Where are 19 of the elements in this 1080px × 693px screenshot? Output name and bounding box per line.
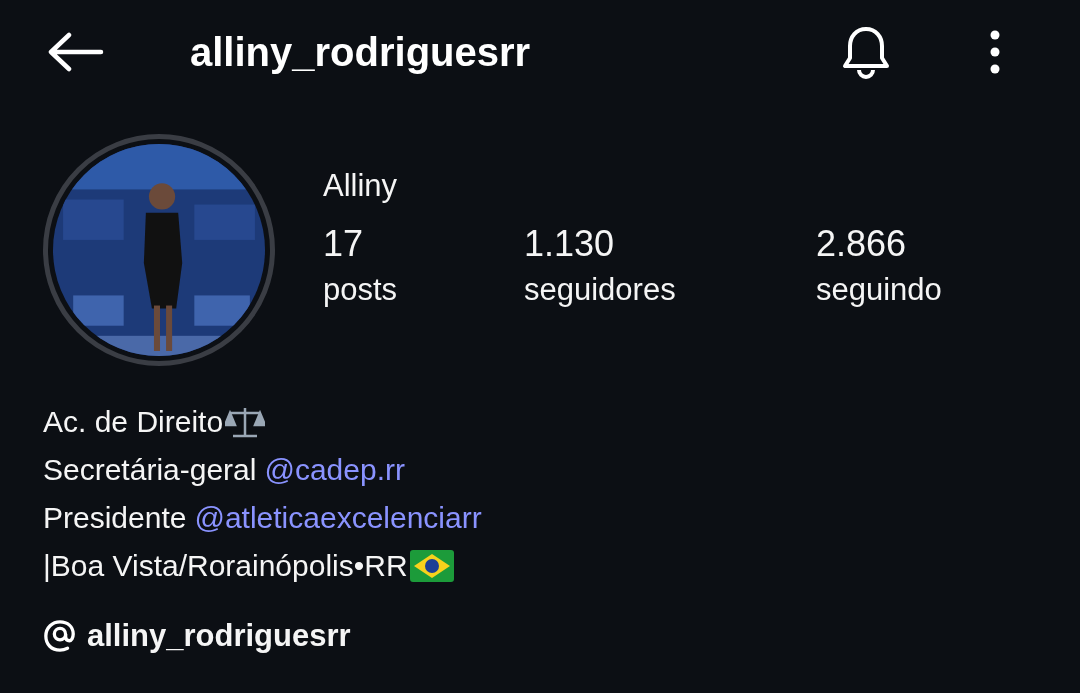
mention-link[interactable]: @cadep.rr	[264, 453, 405, 487]
more-options-icon[interactable]	[990, 30, 1000, 74]
stat-count[interactable]: 2.866	[816, 224, 942, 264]
bio-text: |Boa Vista/Rorainópolis•RR	[43, 549, 408, 583]
stat-count[interactable]: 1.130	[524, 224, 816, 264]
flag-icon	[409, 550, 454, 582]
threads-link[interactable]: alliny_rodriguesrr	[43, 618, 351, 654]
stat-label[interactable]: seguidores	[524, 270, 816, 310]
profile-username: alliny_rodriguesrr	[190, 29, 531, 75]
display-name: Alliny	[323, 167, 399, 205]
stat-count[interactable]: 17	[323, 224, 524, 264]
bio-text: Secretária-geral	[43, 453, 257, 487]
scales-icon	[225, 405, 266, 439]
stat-label[interactable]: seguindo	[816, 270, 942, 310]
stat-label[interactable]: posts	[323, 270, 524, 310]
bio-text: Ac. de Direito	[43, 405, 224, 439]
bio-text: Presidente	[43, 501, 187, 535]
at-sign-icon	[43, 619, 77, 653]
mention-link[interactable]: @atleticaexcelenciarr	[194, 501, 482, 535]
